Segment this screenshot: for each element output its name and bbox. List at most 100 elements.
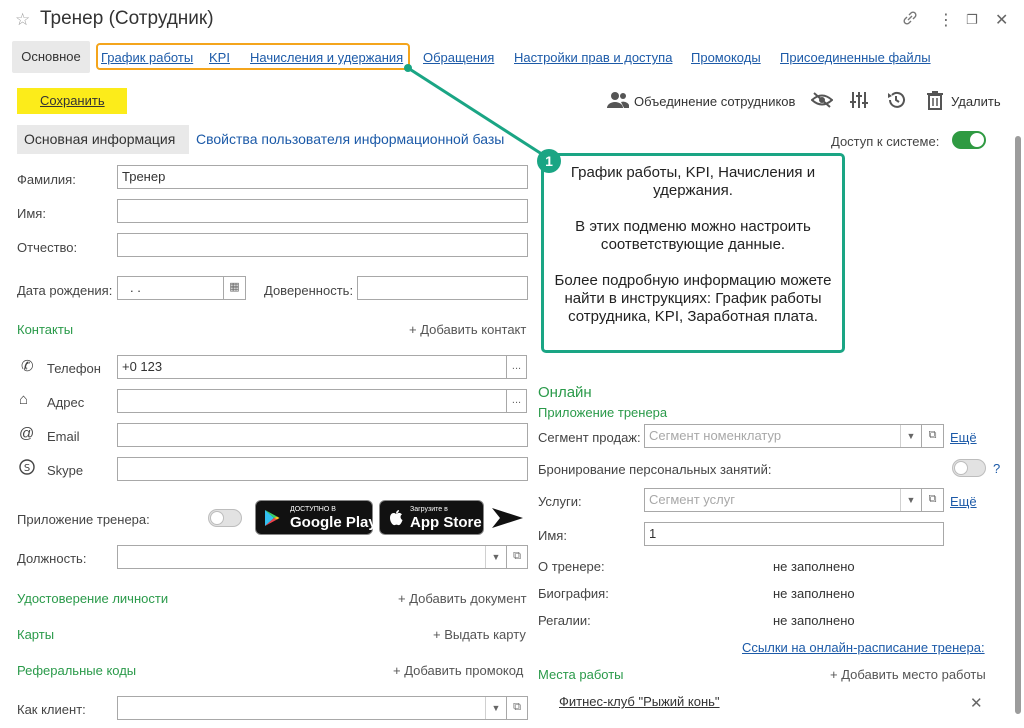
apple-icon [390,510,403,526]
workplace-item[interactable]: Фитнес-клуб "Рыжий конь" [559,694,720,709]
first-name-input[interactable] [117,199,528,223]
open-position-button[interactable]: ⧉ [507,545,528,569]
more-menu-icon[interactable]: ⋮ [938,10,954,30]
open-segment-button[interactable]: ⧉ [922,424,944,448]
tab-payroll[interactable]: Начисления и удержания [250,50,403,65]
identity-title: Удостоверение личности [17,591,169,606]
email-label: Email [47,429,80,444]
referral-title: Реферальные коды [17,663,137,678]
chevron-down-icon[interactable]: ▼ [485,546,506,568]
about-label: О тренере: [538,559,605,574]
close-icon[interactable]: ✕ [995,10,1008,30]
tab-files[interactable]: Присоединенные файлы [780,50,931,65]
delete-button[interactable]: Удалить [951,94,1001,109]
address-input[interactable] [117,389,507,413]
open-services-button[interactable]: ⧉ [922,488,944,512]
as-client-label: Как клиент: [17,702,86,717]
chevron-down-icon[interactable]: ▼ [485,697,506,719]
trainer-app-label: Приложение тренера: [17,512,150,527]
callout-text-3: Более подробную информацию можете найти … [554,272,832,325]
services-label: Услуги: [538,494,582,509]
callout-text-1: График работы, KPI, Начисления и удержан… [570,164,816,199]
app-store-badge[interactable]: Загрузите в App Store [379,500,484,535]
proxy-label: Доверенность: [264,283,354,298]
awards-label: Регалии: [538,613,591,628]
birth-date-input[interactable]: . . [117,276,224,300]
bio-label: Биография: [538,586,609,601]
access-toggle[interactable] [952,131,986,149]
address-more-button[interactable]: ... [507,389,527,413]
tab-schedule[interactable]: График работы [101,50,193,65]
segment-label: Сегмент продаж: [538,430,641,445]
name-input[interactable]: 1 [644,522,944,546]
services-more-link[interactable]: Ещё [950,494,977,509]
remove-workplace-icon[interactable]: ✕ [970,694,983,712]
email-input[interactable] [117,423,528,447]
segment-placeholder: Сегмент номенклатур [649,428,782,443]
online-schedule-link[interactable]: Ссылки на онлайн-расписание тренера: [742,640,985,655]
favorite-star-icon[interactable]: ☆ [15,10,30,30]
position-label: Должность: [17,551,87,566]
as-client-select[interactable]: ▼ [117,696,507,720]
trash-icon[interactable] [926,90,944,116]
phone-input[interactable]: +0 123 [117,355,507,379]
last-name-label: Фамилия: [17,172,76,187]
bio-value[interactable]: не заполнено [773,586,855,601]
tab-kpi[interactable]: KPI [209,50,230,65]
help-callout: График работы, KPI, Начисления и удержан… [541,153,845,353]
services-placeholder: Сегмент услуг [649,492,735,507]
subtab-basic-info[interactable]: Основная информация [17,125,189,154]
window-title: Тренер (Сотрудник) [40,8,214,29]
address-label: Адрес [47,395,85,410]
add-promo-button[interactable]: + Добавить промокод [393,663,523,678]
issue-card-button[interactable]: + Выдать карту [433,627,526,642]
hide-eye-icon[interactable] [810,91,834,115]
callout-number-badge: 1 [537,149,561,173]
segment-select[interactable]: Сегмент номенклатур ▼ [644,424,922,448]
settings-sliders-icon[interactable] [849,90,869,116]
help-icon[interactable]: ? [993,461,1000,476]
proxy-input[interactable] [357,276,528,300]
online-app-title: Приложение тренера [538,405,668,420]
calendar-icon[interactable]: ▦ [224,276,246,300]
arrow-right-icon [491,504,525,535]
first-name-label: Имя: [17,206,46,221]
position-select[interactable]: ▼ [117,545,507,569]
callout-connector [404,64,549,160]
chevron-down-icon[interactable]: ▼ [900,489,921,511]
middle-name-label: Отчество: [17,240,78,255]
access-label: Доступ к системе: [831,134,940,149]
awards-value[interactable]: не заполнено [773,613,855,628]
maximize-icon[interactable]: ❐ [966,12,978,28]
about-value[interactable]: не заполнено [773,559,855,574]
cards-title: Карты [17,627,55,642]
skype-label: Skype [47,463,84,478]
middle-name-input[interactable] [117,233,528,257]
add-document-button[interactable]: + Добавить документ [398,591,527,606]
vertical-scrollbar[interactable] [1015,136,1021,714]
contacts-title: Контакты [17,322,74,337]
save-button[interactable]: Сохранить [17,88,127,114]
trainer-app-toggle[interactable] [208,509,242,527]
phone-label: Телефон [47,361,101,376]
google-play-small-text: ДОСТУПНО В [290,506,336,513]
name-label: Имя: [538,528,567,543]
open-client-button[interactable]: ⧉ [507,696,528,720]
add-contact-button[interactable]: + Добавить контакт [409,322,526,337]
booking-label: Бронирование персональных занятий: [538,462,772,477]
booking-toggle[interactable] [952,459,986,477]
skype-icon: S [19,459,35,479]
phone-more-button[interactable]: ... [507,355,527,379]
tab-main[interactable]: Основное [12,41,90,73]
add-workplace-button[interactable]: + Добавить место работы [830,667,986,682]
link-icon[interactable] [902,10,918,31]
chevron-down-icon[interactable]: ▼ [900,425,921,447]
services-select[interactable]: Сегмент услуг ▼ [644,488,922,512]
google-play-badge[interactable]: ДОСТУПНО В Google Play [255,500,377,535]
history-icon[interactable] [886,90,906,116]
segment-more-link[interactable]: Ещё [950,430,977,445]
svg-text:S: S [24,463,30,474]
tab-promo[interactable]: Промокоды [691,50,761,65]
skype-input[interactable] [117,457,528,481]
merge-employees-button[interactable]: Объединение сотрудников [634,94,795,109]
